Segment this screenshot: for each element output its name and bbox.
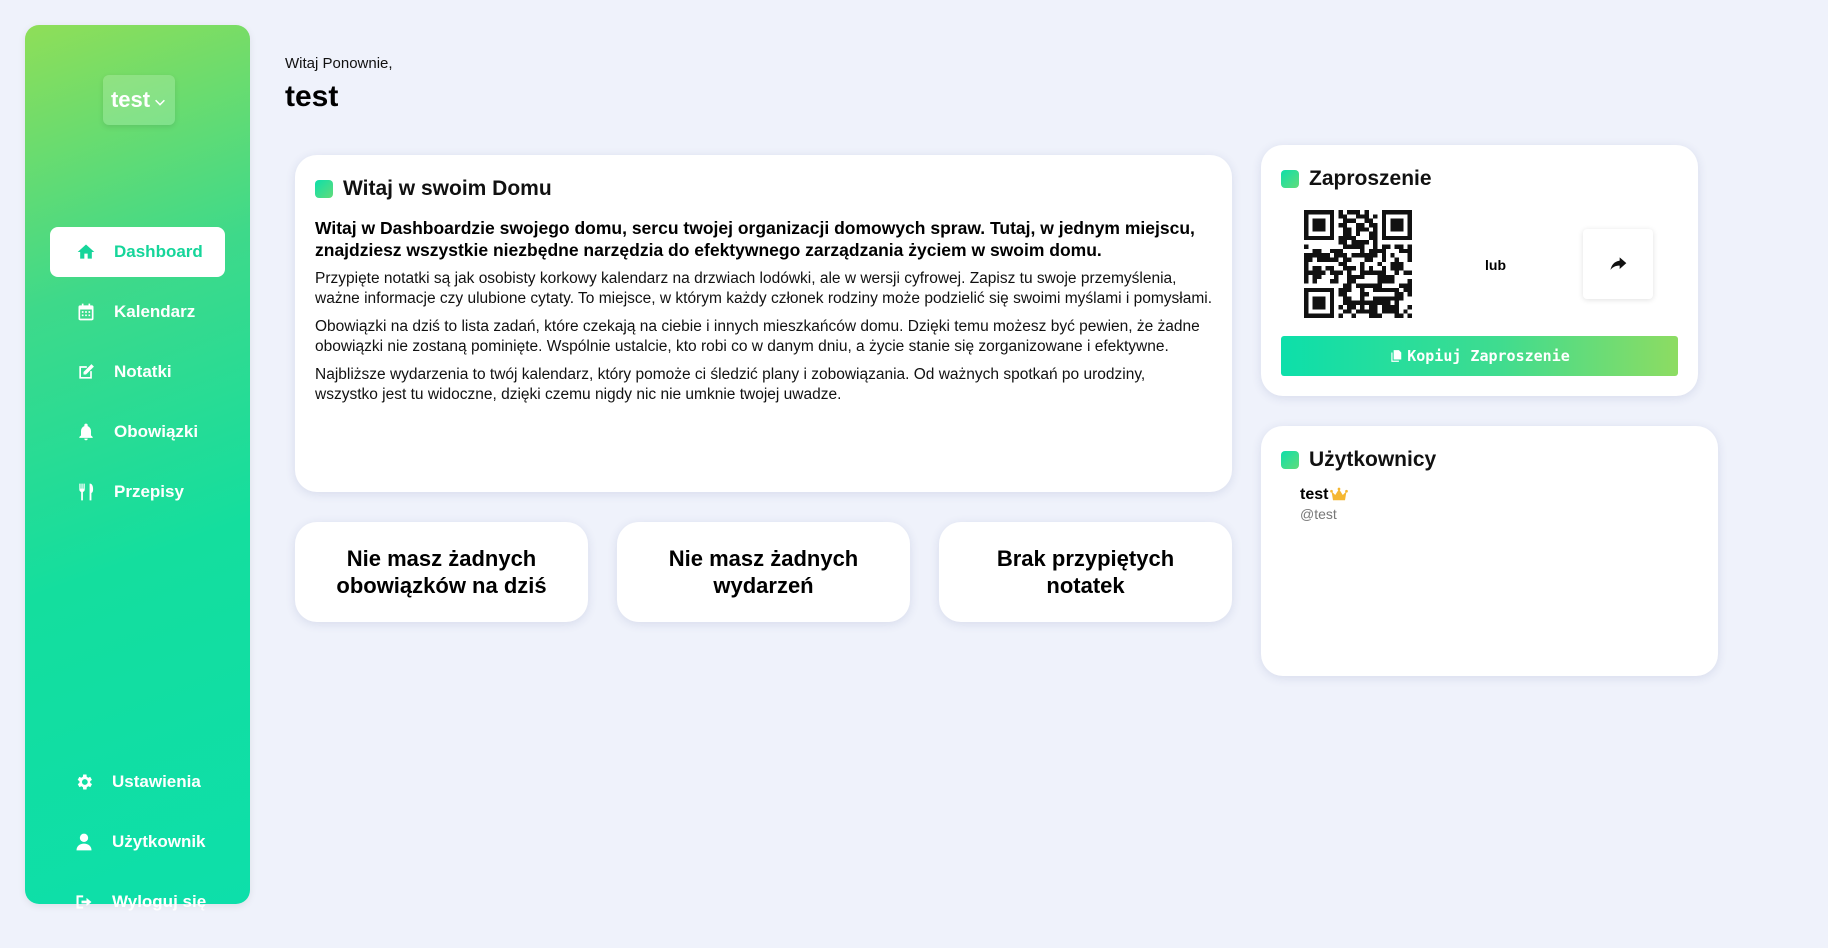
list-item[interactable]: test @test: [1300, 486, 1698, 522]
crown-icon: [1330, 487, 1349, 501]
nav-label: Notatki: [114, 362, 172, 381]
copy-invite-button[interactable]: Kopiuj Zaproszenie: [1281, 336, 1678, 376]
title-marker-icon: [1281, 170, 1299, 188]
invite-title-text: Zaproszenie: [1309, 167, 1432, 190]
nav-item-settings[interactable]: Ustawienia: [50, 757, 225, 807]
chevron-down-icon: [155, 99, 165, 106]
user-name: test: [1300, 486, 1329, 503]
user-icon: [76, 833, 92, 851]
nav-label: Dashboard: [114, 242, 203, 261]
nav-label: Użytkownik: [112, 832, 206, 851]
logout-icon: [76, 895, 92, 909]
nav-item-chores[interactable]: Obowiązki: [50, 407, 225, 457]
title-marker-icon: [1281, 451, 1299, 469]
users-title-text: Użytkownicy: [1309, 448, 1437, 471]
bell-icon: [79, 423, 93, 441]
greeting-text: Witaj Ponownie,: [285, 55, 393, 72]
invite-card-title: Zaproszenie: [1281, 167, 1678, 191]
nav-item-calendar[interactable]: Kalendarz: [50, 287, 225, 337]
utensils-icon: [79, 483, 94, 501]
nav-label: Kalendarz: [114, 302, 196, 321]
nav-item-notes[interactable]: Notatki: [50, 347, 225, 397]
house-selector[interactable]: test: [103, 75, 175, 125]
main-nav: Dashboard Kalendarz Notatki Obowiązki Pr…: [50, 227, 225, 527]
title-marker-icon: [315, 180, 333, 198]
welcome-title-text: Witaj w swoim Domu: [343, 177, 552, 200]
calendar-icon: [78, 303, 94, 321]
user-handle: @test: [1300, 506, 1337, 522]
page-title: test: [285, 80, 339, 113]
nav-item-user[interactable]: Użytkownik: [50, 817, 225, 867]
events-card: Nie masz żadnych wydarzeń: [617, 522, 910, 622]
copy-invite-label: Kopiuj Zaproszenie: [1407, 347, 1570, 365]
welcome-paragraph: Przypięte notatki są jak osobisty korkow…: [315, 270, 1213, 307]
copy-icon: [1391, 350, 1402, 362]
house-name: test: [110, 87, 151, 112]
invite-card: Zaproszenie lub Kopiuj Zaproszenie: [1261, 145, 1698, 396]
welcome-paragraph: Najbliższe wydarzenia to twój kalendarz,…: [315, 366, 1146, 403]
nav-label: Ustawienia: [112, 772, 201, 791]
user-name-row: test: [1300, 486, 1698, 504]
nav-item-dashboard[interactable]: Dashboard: [50, 227, 225, 277]
gear-icon: [77, 774, 92, 790]
chores-today-card: Nie masz żadnych obowiązków na dziś: [295, 522, 588, 622]
welcome-lead: Witaj w Dashboardzie swojego domu, sercu…: [315, 218, 1195, 260]
or-label: lub: [1485, 257, 1506, 273]
qr-code: [1304, 210, 1412, 318]
bottom-nav: Ustawienia Użytkownik Wyloguj się: [50, 757, 225, 937]
welcome-paragraph: Obowiązki na dziś to lista zadań, które …: [315, 318, 1200, 355]
home-icon: [77, 244, 95, 259]
welcome-card-title: Witaj w swoim Domu: [315, 177, 1212, 201]
welcome-card: Witaj w swoim Domu Witaj w Dashboardzie …: [295, 155, 1232, 492]
users-card-title: Użytkownicy: [1281, 448, 1698, 472]
edit-icon: [79, 364, 94, 379]
share-icon: [1610, 257, 1627, 270]
nav-label: Obowiązki: [114, 422, 199, 441]
nav-item-logout[interactable]: Wyloguj się: [50, 877, 225, 927]
nav-label: Przepisy: [114, 482, 184, 501]
share-button[interactable]: [1583, 229, 1653, 299]
sidebar: test Dashboard Kalendarz Notatki Obowiąz…: [25, 25, 250, 911]
pinned-notes-card: Brak przypiętych notatek: [939, 522, 1232, 622]
nav-item-recipes[interactable]: Przepisy: [50, 467, 225, 517]
nav-label: Wyloguj się: [112, 892, 207, 911]
users-card: Użytkownicy test @test: [1261, 426, 1718, 676]
